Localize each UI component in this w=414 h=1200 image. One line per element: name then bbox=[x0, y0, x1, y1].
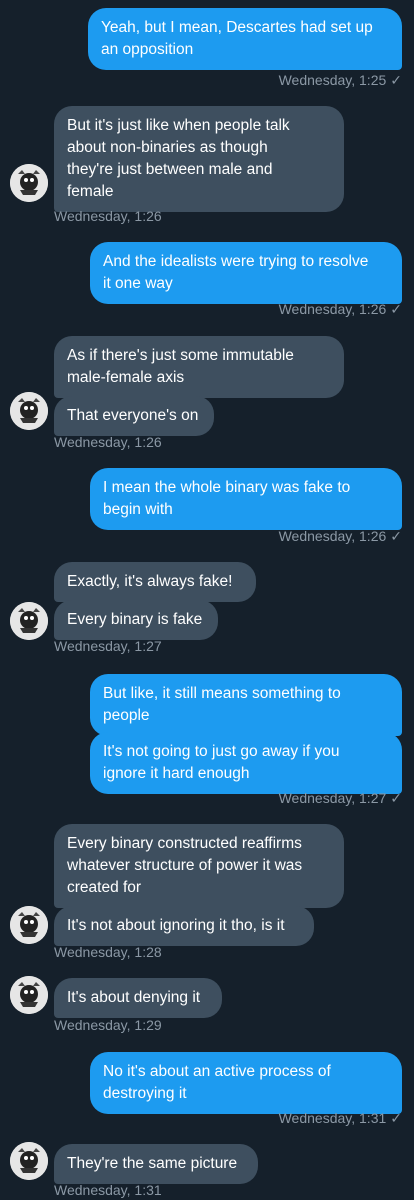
message-bubble-incoming[interactable]: Every binary is fake bbox=[54, 600, 218, 640]
avatar-icon bbox=[10, 602, 48, 640]
message-bubble-outgoing[interactable]: But like, it still means something to pe… bbox=[90, 674, 402, 736]
user-avatar[interactable] bbox=[10, 906, 48, 944]
check-icon: ✓ bbox=[390, 1110, 402, 1126]
user-avatar[interactable] bbox=[10, 164, 48, 202]
message-timestamp: Wednesday, 1:26 bbox=[54, 434, 162, 450]
avatar-icon bbox=[10, 1142, 48, 1180]
avatar-icon bbox=[10, 906, 48, 944]
user-avatar[interactable] bbox=[10, 976, 48, 1014]
message-timestamp: Wednesday, 1:27 bbox=[54, 638, 162, 654]
avatar-icon bbox=[10, 392, 48, 430]
user-avatar[interactable] bbox=[10, 602, 48, 640]
message-bubble-outgoing[interactable]: No it's about an active process of destr… bbox=[90, 1052, 402, 1114]
message-bubble-incoming[interactable]: It's not about ignoring it tho, is it bbox=[54, 906, 314, 946]
check-icon: ✓ bbox=[390, 790, 402, 806]
message-bubble-outgoing[interactable]: And the idealists were trying to resolve… bbox=[90, 242, 402, 304]
message-timestamp: Wednesday, 1:28 bbox=[54, 944, 162, 960]
message-bubble-outgoing[interactable]: It's not going to just go away if you ig… bbox=[90, 732, 402, 794]
message-bubble-incoming[interactable]: They're the same picture bbox=[54, 1144, 258, 1184]
message-bubble-incoming[interactable]: But it's just like when people talk abou… bbox=[54, 106, 344, 212]
message-timestamp: Wednesday, 1:29 bbox=[54, 1017, 162, 1033]
avatar-icon bbox=[10, 976, 48, 1014]
message-bubble-incoming[interactable]: That everyone's on bbox=[54, 396, 214, 436]
message-timestamp: Wednesday, 1:26 ✓ bbox=[278, 301, 402, 317]
message-bubble-incoming[interactable]: It's about denying it bbox=[54, 978, 222, 1018]
message-timestamp: Wednesday, 1:31 ✓ bbox=[278, 1110, 402, 1126]
check-icon: ✓ bbox=[390, 301, 402, 317]
message-timestamp: Wednesday, 1:26 bbox=[54, 208, 162, 224]
check-icon: ✓ bbox=[390, 528, 402, 544]
avatar-icon bbox=[10, 164, 48, 202]
message-bubble-incoming[interactable]: As if there's just some immutable male-f… bbox=[54, 336, 344, 398]
message-bubble-outgoing[interactable]: Yeah, but I mean, Descartes had set up a… bbox=[88, 8, 402, 70]
user-avatar[interactable] bbox=[10, 1142, 48, 1180]
message-bubble-incoming[interactable]: Exactly, it's always fake! bbox=[54, 562, 256, 602]
user-avatar[interactable] bbox=[10, 392, 48, 430]
message-timestamp: Wednesday, 1:27 ✓ bbox=[278, 790, 402, 806]
message-bubble-incoming[interactable]: Every binary constructed reaffirms whate… bbox=[54, 824, 344, 908]
message-timestamp: Wednesday, 1:31 bbox=[54, 1182, 162, 1198]
check-icon: ✓ bbox=[390, 72, 402, 88]
message-bubble-outgoing[interactable]: I mean the whole binary was fake to begi… bbox=[90, 468, 402, 530]
message-timestamp: Wednesday, 1:26 ✓ bbox=[278, 528, 402, 544]
message-timestamp: Wednesday, 1:25 ✓ bbox=[278, 72, 402, 88]
